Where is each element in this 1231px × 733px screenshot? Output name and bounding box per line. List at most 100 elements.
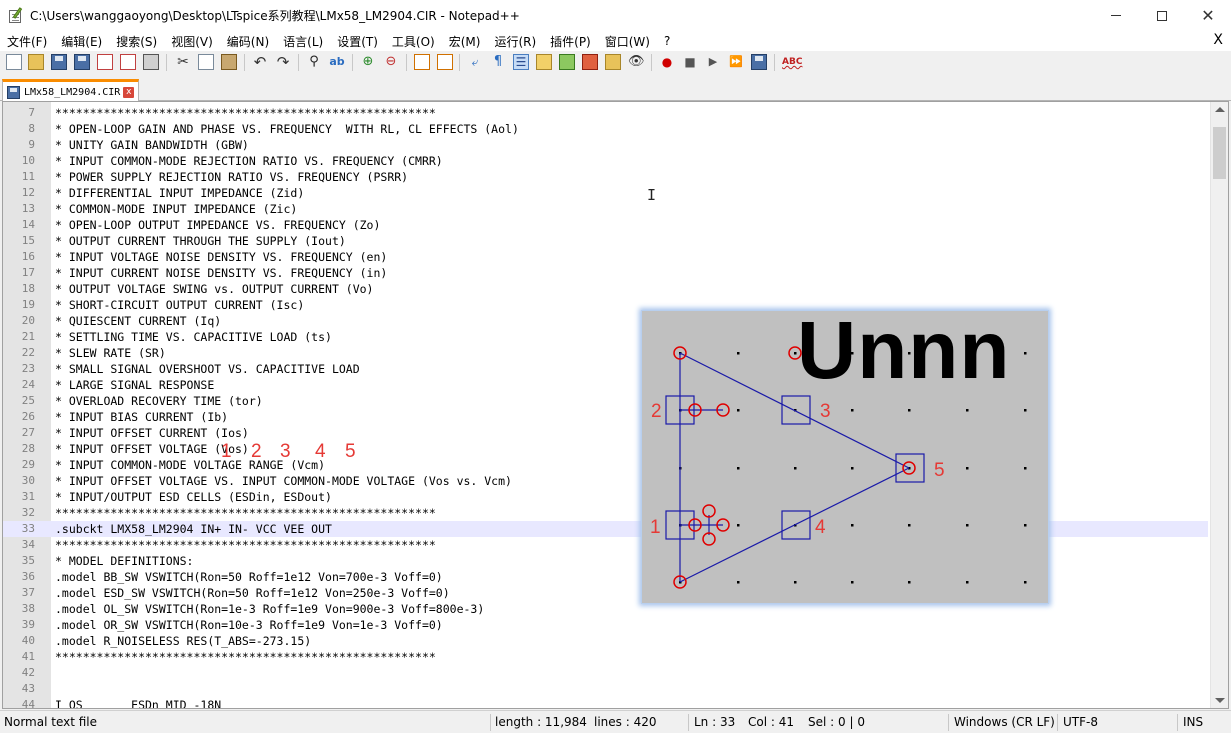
line-text[interactable]: .model ESD_SW VSWITCH(Ron=50 Roff=1e12 V… [55, 585, 450, 601]
close-window-button[interactable]: ✕ [1185, 0, 1231, 31]
menu-plugins[interactable]: 插件(P) [543, 33, 598, 50]
redo-icon[interactable]: ↷ [275, 54, 291, 70]
line-text[interactable]: * INPUT/OUTPUT ESD CELLS (ESDin, ESDout) [55, 489, 332, 505]
save-macro-icon[interactable] [751, 54, 767, 70]
status-eol[interactable]: Windows (CR LF) [950, 711, 1055, 733]
maximize-button[interactable] [1139, 0, 1185, 31]
scroll-down-arrow-icon[interactable] [1215, 698, 1225, 703]
line-text[interactable]: * DIFFERENTIAL INPUT IMPEDANCE (Zid) [55, 185, 304, 201]
show-all-chars-icon[interactable]: ¶ [490, 54, 506, 70]
record-macro-icon[interactable]: ● [659, 54, 675, 70]
tab-close-button[interactable]: x [123, 86, 135, 98]
tab-lmx58-lm2904[interactable]: LMx58_LM2904.CIR x [2, 79, 139, 102]
line-text[interactable]: * OVERLOAD RECOVERY TIME (tor) [55, 393, 263, 409]
play-macro-icon[interactable]: ▶ [705, 54, 721, 70]
code-line[interactable]: 9 * UNITY GAIN BANDWIDTH (GBW) [3, 137, 1208, 153]
status-insert-mode[interactable]: INS [1179, 711, 1203, 733]
line-text[interactable]: * POWER SUPPLY REJECTION RATIO VS. FREQU… [55, 169, 408, 185]
scroll-thumb[interactable] [1213, 127, 1226, 179]
line-text[interactable]: ****************************************… [55, 649, 436, 665]
run-macro-multiple-icon[interactable]: ⏩ [728, 54, 744, 70]
line-text[interactable]: * INPUT BIAS CURRENT (Ib) [55, 409, 228, 425]
code-line[interactable]: 17 * INPUT CURRENT NOISE DENSITY VS. FREQ… [3, 265, 1208, 281]
line-text[interactable]: * UNITY GAIN BANDWIDTH (GBW) [55, 137, 249, 153]
scroll-up-arrow-icon[interactable] [1215, 107, 1225, 112]
copy-icon[interactable] [198, 54, 214, 70]
status-selection[interactable]: Sel : 0 | 0 [804, 711, 865, 733]
word-wrap-icon[interactable]: ⤶ [467, 54, 483, 70]
sync-vertical-icon[interactable] [414, 54, 430, 70]
line-text[interactable]: .model OR_SW VSWITCH(Ron=10e-3 Roff=1e9 … [55, 617, 443, 633]
line-text[interactable]: * OUTPUT CURRENT THROUGH THE SUPPLY (Iou… [55, 233, 346, 249]
line-text[interactable]: * COMMON-MODE INPUT IMPEDANCE (Zic) [55, 201, 297, 217]
replace-icon[interactable]: ab [329, 54, 345, 70]
zoom-in-icon[interactable]: ⊕ [360, 54, 376, 70]
monitoring-icon[interactable]: 👁 [628, 54, 645, 70]
spell-check-icon[interactable]: ABC [782, 54, 802, 70]
menu-view[interactable]: 视图(V) [164, 33, 220, 50]
line-text[interactable]: * OPEN-LOOP GAIN AND PHASE VS. FREQUENCY… [55, 121, 519, 137]
line-text[interactable]: * SMALL SIGNAL OVERSHOOT VS. CAPACITIVE … [55, 361, 360, 377]
line-text[interactable]: * MODEL DEFINITIONS: [55, 553, 193, 569]
line-text[interactable]: * LARGE SIGNAL RESPONSE [55, 377, 214, 393]
user-language-icon[interactable] [536, 54, 552, 70]
undo-icon[interactable]: ↶ [252, 54, 268, 70]
line-text[interactable]: * QUIESCENT CURRENT (Iq) [55, 313, 221, 329]
line-text[interactable]: * INPUT OFFSET VOLTAGE (Vos) [55, 441, 249, 457]
code-line[interactable]: 16 * INPUT VOLTAGE NOISE DENSITY VS. FREQ… [3, 249, 1208, 265]
find-icon[interactable]: ⚲ [306, 54, 322, 70]
menu-tools[interactable]: 工具(O) [385, 33, 442, 50]
close-document-button[interactable]: X [1213, 32, 1223, 48]
menu-edit[interactable]: 编辑(E) [54, 33, 109, 50]
code-line[interactable]: 14 * OPEN-LOOP OUTPUT IMPEDANCE VS. FREQU… [3, 217, 1208, 233]
code-line[interactable]: 41 **************************************… [3, 649, 1208, 665]
line-text[interactable]: ****************************************… [55, 505, 436, 521]
code-line[interactable]: 39 .model OR_SW VSWITCH(Ron=10e-3 Roff=1e… [3, 617, 1208, 633]
line-text[interactable]: * INPUT COMMON-MODE REJECTION RATIO VS. … [55, 153, 443, 169]
menu-macro[interactable]: 宏(M) [442, 33, 488, 50]
sync-horizontal-icon[interactable] [437, 54, 453, 70]
vertical-scrollbar[interactable] [1210, 102, 1228, 708]
indent-guide-icon[interactable]: ☰ [513, 54, 529, 70]
menu-encoding[interactable]: 编码(N) [220, 33, 276, 50]
code-line[interactable]: 13 * COMMON-MODE INPUT IMPEDANCE (Zic) [3, 201, 1208, 217]
line-text[interactable]: .model BB_SW VSWITCH(Ron=50 Roff=1e12 Vo… [55, 569, 443, 585]
status-column[interactable]: Col : 41 [744, 711, 794, 733]
line-text[interactable]: I_OS ESDn_MID -18N [55, 697, 221, 708]
stop-macro-icon[interactable]: ■ [682, 54, 698, 70]
line-text[interactable]: ****************************************… [55, 537, 436, 553]
code-line[interactable]: 15 * OUTPUT CURRENT THROUGH THE SUPPLY (I… [3, 233, 1208, 249]
line-text[interactable]: * SLEW RATE (SR) [55, 345, 166, 361]
line-text[interactable]: * INPUT OFFSET VOLTAGE VS. INPUT COMMON-… [55, 473, 512, 489]
save-all-icon[interactable] [74, 54, 90, 70]
line-text[interactable]: * INPUT VOLTAGE NOISE DENSITY VS. FREQUE… [55, 249, 387, 265]
code-line[interactable]: 43 [3, 681, 1208, 697]
function-list-icon[interactable] [582, 54, 598, 70]
new-file-icon[interactable] [6, 54, 22, 70]
status-encoding[interactable]: UTF-8 [1059, 711, 1098, 733]
code-line[interactable]: 12 * DIFFERENTIAL INPUT IMPEDANCE (Zid) [3, 185, 1208, 201]
code-line[interactable]: 44 I_OS ESDn_MID -18N [3, 697, 1208, 708]
menu-language[interactable]: 语言(L) [276, 33, 330, 50]
line-text[interactable]: .model R_NOISELESS RES(T_ABS=-273.15) [55, 633, 311, 649]
folder-workspace-icon[interactable] [605, 54, 621, 70]
status-line-number[interactable]: Ln : 33 [690, 711, 735, 733]
line-text[interactable]: ****************************************… [55, 105, 436, 121]
code-line[interactable]: 11 * POWER SUPPLY REJECTION RATIO VS. FRE… [3, 169, 1208, 185]
save-icon[interactable] [51, 54, 67, 70]
line-text[interactable]: * INPUT OFFSET CURRENT (Ios) [55, 425, 249, 441]
close-icon[interactable] [97, 54, 113, 70]
line-text[interactable]: .model OL_SW VSWITCH(Ron=1e-3 Roff=1e9 V… [55, 601, 484, 617]
code-line[interactable]: 40 .model R_NOISELESS RES(T_ABS=-273.15) [3, 633, 1208, 649]
menu-run[interactable]: 运行(R) [487, 33, 543, 50]
print-icon[interactable] [143, 54, 159, 70]
cut-icon[interactable]: ✂ [175, 54, 191, 70]
line-text[interactable]: * SHORT-CIRCUIT OUTPUT CURRENT (Isc) [55, 297, 304, 313]
code-line[interactable]: 7 ***************************************… [3, 105, 1208, 121]
line-text[interactable]: .subckt LMX58_LM2904 IN+ IN- VCC VEE OUT [55, 521, 332, 537]
menu-file[interactable]: 文件(F) [0, 33, 54, 50]
code-line[interactable]: 18 * OUTPUT VOLTAGE SWING vs. OUTPUT CURR… [3, 281, 1208, 297]
close-all-icon[interactable] [120, 54, 136, 70]
line-text[interactable]: * OPEN-LOOP OUTPUT IMPEDANCE VS. FREQUEN… [55, 217, 380, 233]
line-text[interactable]: * SETTLING TIME VS. CAPACITIVE LOAD (ts) [55, 329, 332, 345]
